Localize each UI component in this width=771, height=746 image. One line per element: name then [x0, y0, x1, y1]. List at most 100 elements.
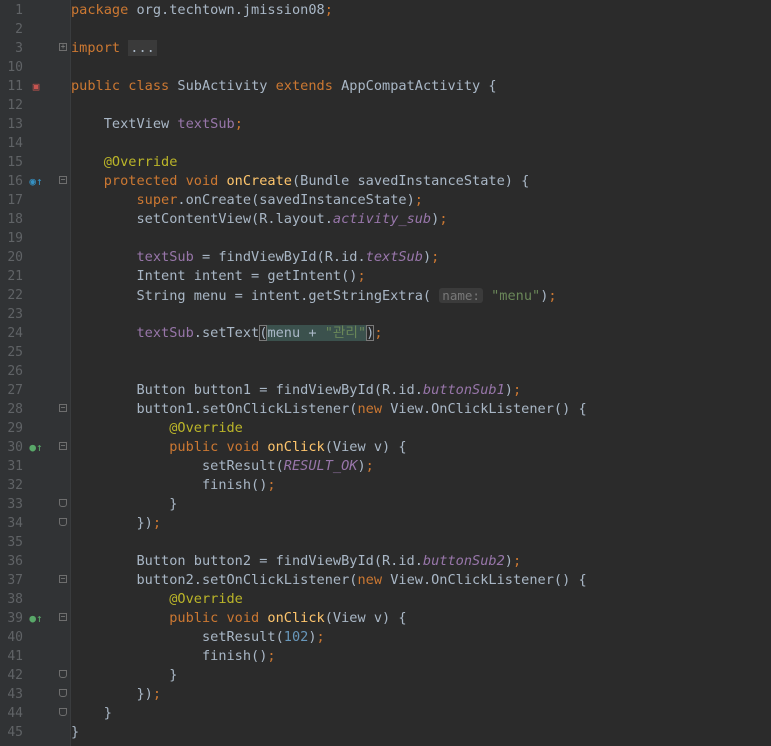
code-text: finish(); [71, 476, 276, 495]
code-token: @Override [71, 420, 243, 436]
fold-collapse-icon[interactable]: − [59, 404, 67, 412]
fold-collapse-icon[interactable] [59, 670, 67, 678]
code-text: public void onClick(View v) { [71, 438, 406, 457]
code-line[interactable]: 24 textSub.setText(menu + "관리"); [0, 324, 771, 343]
code-token: public void [71, 439, 268, 455]
code-line[interactable]: 28 − button1.setOnClickListener(new View.… [0, 400, 771, 419]
fold-collapse-icon[interactable]: − [59, 575, 67, 583]
code-line[interactable]: 32 finish(); [0, 476, 771, 495]
line-number: 15 [7, 155, 23, 170]
line-number: 25 [7, 345, 23, 360]
code-editor[interactable]: 1 package org.techtown.jmission08; 2 3 + impo… [0, 0, 771, 746]
code-line[interactable]: 21 Intent intent = getIntent(); [0, 267, 771, 286]
code-token: }) [71, 686, 153, 702]
code-line[interactable]: 33 } [0, 495, 771, 514]
code-line[interactable]: 44 } [0, 704, 771, 723]
code-line[interactable]: 31 setResult(RESULT_OK); [0, 457, 771, 476]
code-token: onCreate(savedInstanceState) [185, 192, 415, 208]
code-line[interactable]: 3 + import ... [0, 39, 771, 58]
code-line[interactable]: 26 [0, 362, 771, 381]
code-token: new [357, 401, 391, 417]
code-line[interactable]: 37 − button2.setOnClickListener(new View.… [0, 571, 771, 590]
code-text: } [71, 704, 112, 723]
code-line[interactable]: 13 TextView textSub; [0, 115, 771, 134]
code-token: @Override [71, 154, 178, 170]
code-line[interactable]: 36 Button button2 = findViewById(R.id.bu… [0, 552, 771, 571]
fold-collapse-icon[interactable]: − [59, 176, 67, 184]
code-token: button1.setOnClickListener( [71, 401, 358, 417]
code-token: . [177, 192, 186, 208]
code-token: } [71, 496, 178, 512]
code-text: } [71, 495, 177, 514]
code-token: "menu" [482, 288, 541, 304]
line-number: 18 [7, 212, 23, 227]
code-token: (Bundle savedInstanceState) { [291, 173, 530, 189]
code-text: } [71, 666, 177, 685]
code-line[interactable]: 15 @Override [0, 153, 771, 172]
code-line[interactable]: 16 ◉↑ − protected void onCreate(Bundle sav… [0, 172, 771, 191]
code-token: ) [504, 553, 513, 569]
code-token: textSub [365, 249, 423, 265]
code-line[interactable]: 35 [0, 533, 771, 552]
code-token: textSub [177, 116, 235, 132]
code-text: public void onClick(View v) { [71, 609, 406, 628]
class-icon[interactable]: ▣ [28, 79, 44, 94]
code-text: Intent intent = getIntent(); [71, 267, 365, 286]
code-line[interactable]: 10 [0, 58, 771, 77]
code-token: ; [431, 249, 440, 265]
fold-collapse-icon[interactable] [59, 708, 67, 716]
code-token: activity_sub [332, 211, 432, 227]
line-number: 44 [7, 706, 23, 721]
fold-collapse-icon[interactable] [59, 518, 67, 526]
code-line[interactable]: 27 Button button1 = findViewById(R.id.bu… [0, 381, 771, 400]
line-number: 12 [7, 98, 23, 113]
code-token: package [71, 2, 129, 18]
code-line[interactable]: 1 package org.techtown.jmission08; [0, 1, 771, 20]
code-line[interactable]: 40 setResult(102); [0, 628, 771, 647]
code-token: ; [316, 629, 325, 645]
line-number: 1 [15, 3, 23, 18]
implements-icon[interactable]: ●↑ [28, 440, 44, 455]
code-text: String menu = intent.getStringExtra( nam… [71, 286, 557, 306]
code-line[interactable]: 41 finish(); [0, 647, 771, 666]
code-token: import [71, 40, 121, 56]
code-token: button2.setOnClickListener( [71, 572, 358, 588]
code-line[interactable]: 25 [0, 343, 771, 362]
code-line[interactable]: 43 }); [0, 685, 771, 704]
line-number: 34 [7, 516, 23, 531]
code-line[interactable]: 23 [0, 305, 771, 324]
code-text: }); [71, 514, 161, 533]
code-line[interactable]: 38 @Override [0, 590, 771, 609]
code-line[interactable]: 22 String menu = intent.getStringExtra( … [0, 286, 771, 305]
line-number: 16 [7, 174, 23, 189]
fold-collapse-icon[interactable]: − [59, 442, 67, 450]
implements-icon[interactable]: ●↑ [28, 611, 44, 626]
fold-collapse-icon[interactable] [59, 689, 67, 697]
code-line[interactable]: 19 [0, 229, 771, 248]
fold-collapse-icon[interactable]: − [59, 613, 67, 621]
code-token: menu + [267, 325, 325, 341]
code-line[interactable]: 39 ●↑ − public void onClick(View v) { [0, 609, 771, 628]
code-line[interactable]: 18 setContentView(R.layout.activity_sub)… [0, 210, 771, 229]
code-line[interactable]: 11 ▣ public class SubActivity extends AppC… [0, 77, 771, 96]
code-text: @Override [71, 590, 243, 609]
code-line[interactable]: 34 }); [0, 514, 771, 533]
fold-collapse-icon[interactable] [59, 499, 67, 507]
code-line[interactable]: 17 super.onCreate(savedInstanceState); [0, 191, 771, 210]
code-line[interactable]: 42 } [0, 666, 771, 685]
line-number: 38 [7, 592, 23, 607]
code-line[interactable]: 12 [0, 96, 771, 115]
code-line[interactable]: 45} [0, 723, 771, 742]
code-line[interactable]: 30 ●↑ − public void onClick(View v) { [0, 438, 771, 457]
code-token: new [357, 572, 391, 588]
code-line[interactable]: 14 [0, 134, 771, 153]
override-icon[interactable]: ◉↑ [28, 174, 44, 189]
code-line[interactable]: 2 [0, 20, 771, 39]
line-number: 10 [7, 60, 23, 75]
code-token: setResult( [71, 629, 284, 645]
line-number: 28 [7, 402, 23, 417]
fold-expand-icon[interactable]: + [59, 43, 67, 51]
code-line[interactable]: 20 textSub = findViewById(R.id.textSub); [0, 248, 771, 267]
code-line[interactable]: 29 @Override [0, 419, 771, 438]
code-text: Button button1 = findViewById(R.id.butto… [71, 381, 521, 400]
